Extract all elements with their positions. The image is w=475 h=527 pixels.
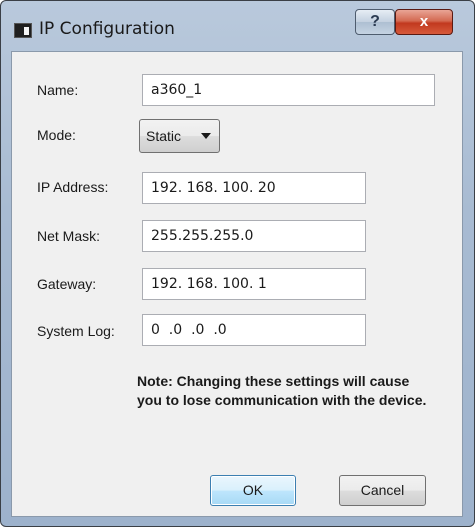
net-mask-label: Net Mask: [37,228,101,244]
net-mask-field[interactable]: 255.255.255.0 [142,220,366,252]
close-button[interactable]: x [395,9,453,35]
mode-select-value: Static [146,128,182,144]
mode-select[interactable]: Static [139,119,220,153]
dropdown-arrow-icon [201,133,211,139]
help-button[interactable]: ? [355,9,395,35]
dialog-window: IP Configuration ? x Name: a360_1 Mode: … [0,0,475,527]
system-log-field[interactable]: 0 .0 .0 .0 [142,314,366,346]
gateway-label: Gateway: [37,276,97,292]
dialog-body: Name: a360_1 Mode: Static IP Address: 19… [11,51,463,517]
ip-address-label: IP Address: [37,179,109,195]
title-bar[interactable]: IP Configuration ? x [1,1,475,51]
name-field[interactable]: a360_1 [142,74,435,106]
warning-note: Note: Changing these settings will cause… [137,373,427,408]
system-log-label: System Log: [37,323,115,339]
window-title: IP Configuration [39,19,175,39]
mode-label: Mode: [37,127,76,143]
cancel-button[interactable]: Cancel [339,475,426,506]
ok-button[interactable]: OK [210,475,296,506]
gateway-field[interactable]: 192. 168. 100. 1 [142,268,366,300]
name-label: Name: [37,82,79,98]
app-icon [14,23,32,38]
ip-address-field[interactable]: 192. 168. 100. 20 [142,172,366,204]
